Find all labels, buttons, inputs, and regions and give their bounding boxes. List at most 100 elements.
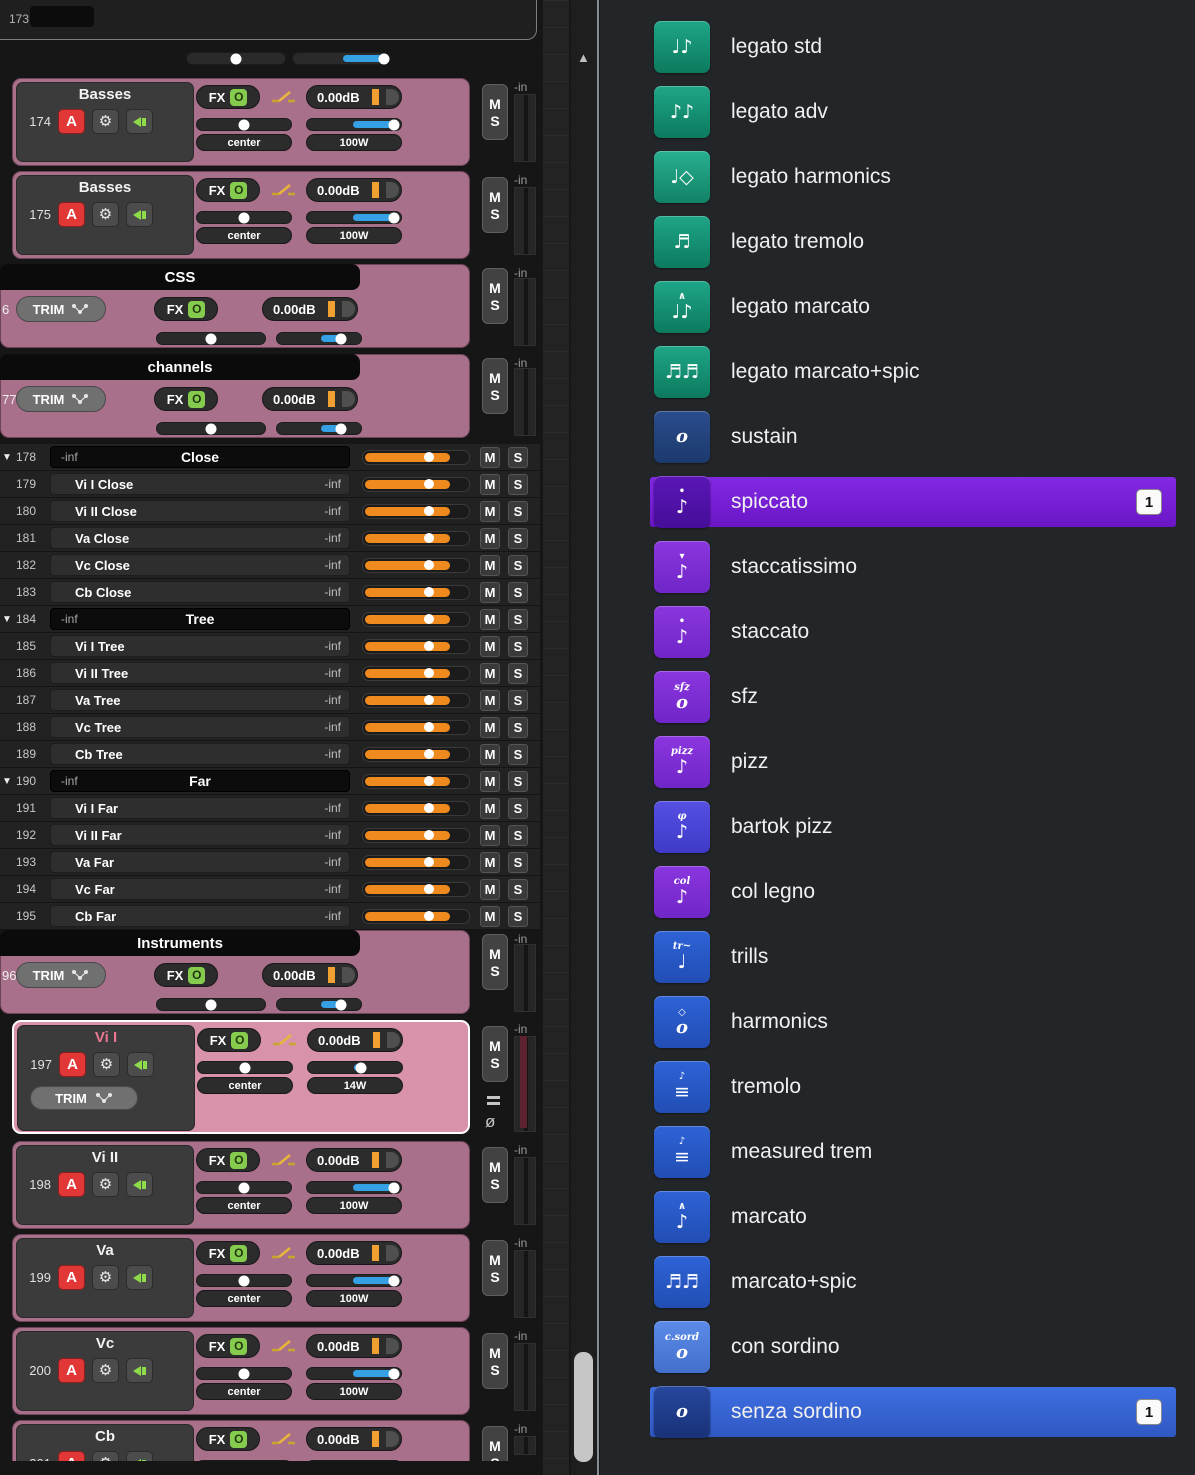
width-slider[interactable]: 100W xyxy=(306,1274,402,1307)
track[interactable]: Basses 175 A ⚙ FX O 0.00dB center 100W M… xyxy=(0,171,540,261)
articulation-row[interactable]: ♪♪ legato adv xyxy=(654,84,1172,140)
settings-button[interactable]: ⚙ xyxy=(92,1265,119,1290)
bypass-icon[interactable] xyxy=(268,1430,298,1448)
width-slider[interactable]: 100W xyxy=(306,1367,402,1400)
articulation-row[interactable]: ∧ ♩♪ legato marcato xyxy=(654,279,1172,335)
volume-button[interactable]: 0.00dB xyxy=(306,1334,402,1358)
pan-slider[interactable]: center xyxy=(196,1367,292,1400)
fx-enabled-indicator[interactable]: O xyxy=(230,1151,248,1169)
track-row[interactable]: ▼ 178 -inf Close M S xyxy=(0,444,540,471)
track-row[interactable]: ▼ 184 -inf Tree M S xyxy=(0,606,540,633)
settings-button[interactable]: ⚙ xyxy=(92,202,119,227)
volume-fader[interactable] xyxy=(362,638,470,654)
track-row[interactable]: ▼ 190 -inf Far M S xyxy=(0,768,540,795)
fx-button[interactable]: FX O xyxy=(196,1334,260,1358)
track-row[interactable]: ▼ 191 Vi I Far -inf M S xyxy=(0,795,540,822)
width-slider[interactable]: 100W xyxy=(306,1460,402,1461)
fx-enabled-indicator[interactable]: O xyxy=(188,966,206,984)
solo-button[interactable]: S xyxy=(490,1056,499,1070)
articulation-row[interactable]: ♬♬ legato marcato+spic xyxy=(654,344,1172,400)
solo-button[interactable]: S xyxy=(490,1456,499,1462)
pan-slider[interactable]: center xyxy=(197,1061,293,1094)
width-slider[interactable]: 100W xyxy=(306,211,402,244)
track-row[interactable]: ▼ 187 Va Tree -inf M S xyxy=(0,687,540,714)
volume-fader[interactable] xyxy=(362,449,470,465)
record-arm-button[interactable]: A xyxy=(58,202,85,227)
solo-button[interactable]: S xyxy=(508,500,528,522)
width-slider[interactable]: 100W xyxy=(306,1181,402,1214)
width-slider[interactable] xyxy=(292,52,390,65)
mute-button[interactable]: M xyxy=(480,851,500,873)
solo-button[interactable]: S xyxy=(508,824,528,846)
track-name-box[interactable]: Vc Far -inf xyxy=(50,878,350,900)
volume-button[interactable]: 0.00dB xyxy=(307,1028,403,1052)
mute-button[interactable]: M xyxy=(480,473,500,495)
articulation-row[interactable]: ♪ ≡ measured trem xyxy=(654,1124,1172,1180)
track-name-box[interactable]: Vi I Close -inf xyxy=(50,473,350,495)
monitor-button[interactable] xyxy=(126,1265,153,1290)
articulation-row[interactable]: φ ♪ bartok pizz xyxy=(654,799,1172,855)
fx-enabled-indicator[interactable]: O xyxy=(230,1244,248,1262)
track-name-box[interactable]: Cb Tree -inf xyxy=(50,743,350,765)
volume-fader[interactable] xyxy=(362,719,470,735)
fx-button[interactable]: FX O xyxy=(197,1028,261,1052)
volume-button[interactable]: 0.00dB xyxy=(262,387,358,411)
articulation-row[interactable]: ◇ o harmonics xyxy=(654,994,1172,1050)
articulation-row[interactable]: ♪ ≡ tremolo xyxy=(654,1059,1172,1115)
volume-fader[interactable] xyxy=(362,611,470,627)
track-row[interactable]: ▼ 193 Va Far -inf M S xyxy=(0,849,540,876)
width-slider[interactable] xyxy=(276,998,362,1011)
solo-button[interactable]: S xyxy=(490,298,499,312)
collapse-icon[interactable]: ▼ xyxy=(2,614,16,625)
articulation-row[interactable]: sfz o sfz xyxy=(654,669,1172,725)
phase-button[interactable]: ø xyxy=(485,1112,495,1132)
mute-button[interactable]: M xyxy=(489,1160,501,1174)
folder-track[interactable]: CSS 6 TRIM FX O 0.00dB M S -in xyxy=(0,264,540,350)
solo-button[interactable]: S xyxy=(490,114,499,128)
pan-slider[interactable] xyxy=(156,998,266,1011)
track-name-box[interactable]: Vi I Tree -inf xyxy=(50,635,350,657)
mute-button[interactable]: M xyxy=(480,500,500,522)
track-name-box[interactable]: Cb Far -inf xyxy=(50,905,350,927)
track[interactable]: Vi I 197 A ⚙ TRIM FXO 0.00dB center 14W xyxy=(0,1020,540,1138)
mute-button[interactable]: M xyxy=(480,446,500,468)
fx-enabled-indicator[interactable]: O xyxy=(230,1337,248,1355)
volume-fader[interactable] xyxy=(362,827,470,843)
monitor-button[interactable] xyxy=(126,202,153,227)
solo-button[interactable]: S xyxy=(508,554,528,576)
mute-button[interactable]: M xyxy=(480,608,500,630)
solo-button[interactable]: S xyxy=(490,1270,499,1284)
solo-button[interactable]: S xyxy=(490,388,499,402)
bypass-icon[interactable] xyxy=(268,181,298,199)
volume-button[interactable]: 0.00dB xyxy=(306,1241,402,1265)
volume-button[interactable]: 0.00dB xyxy=(262,297,358,321)
bypass-icon[interactable] xyxy=(268,1151,298,1169)
mute-button[interactable]: M xyxy=(489,1039,501,1053)
track-row[interactable]: ▼ 194 Vc Far -inf M S xyxy=(0,876,540,903)
volume-fader[interactable] xyxy=(362,881,470,897)
fx-button[interactable]: FX O xyxy=(154,963,218,987)
mute-button[interactable]: M xyxy=(480,905,500,927)
mute-button[interactable]: M xyxy=(489,1253,501,1267)
fx-enabled-indicator[interactable]: O xyxy=(188,390,206,408)
volume-fader[interactable] xyxy=(362,530,470,546)
folder-track[interactable]: Instruments 96 TRIM FX O 0.00dB M S -in xyxy=(0,930,540,1016)
width-slider[interactable] xyxy=(276,332,362,345)
fx-button[interactable]: FX O xyxy=(196,1427,260,1451)
settings-button[interactable]: ⚙ xyxy=(92,1451,119,1461)
solo-button[interactable]: S xyxy=(490,964,499,978)
scroll-up-icon[interactable]: ▲ xyxy=(577,50,590,65)
monitor-button[interactable] xyxy=(126,1451,153,1461)
track[interactable]: Vc 200 A ⚙ FX O 0.00dB center 100W M S -… xyxy=(0,1327,540,1417)
volume-fader[interactable] xyxy=(362,908,470,924)
record-arm-button[interactable]: A xyxy=(58,1172,85,1197)
collapse-icon[interactable]: ▼ xyxy=(2,776,16,787)
mute-button[interactable]: M xyxy=(489,371,501,385)
mute-button[interactable]: M xyxy=(480,527,500,549)
articulation-row[interactable]: ♬ legato tremolo xyxy=(654,214,1172,270)
volume-button[interactable]: 0.00dB xyxy=(306,178,402,202)
mute-button[interactable]: M xyxy=(489,947,501,961)
mute-button[interactable]: M xyxy=(480,635,500,657)
width-slider[interactable] xyxy=(276,422,362,435)
mute-button[interactable]: M xyxy=(489,281,501,295)
